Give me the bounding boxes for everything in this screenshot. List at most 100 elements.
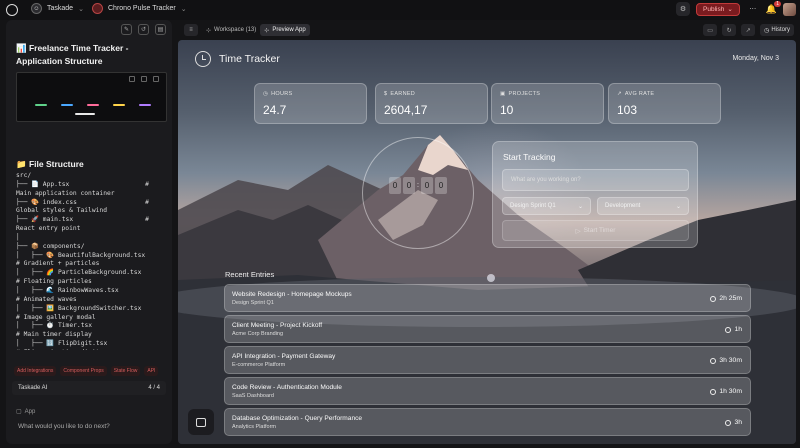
breadcrumb-workspace[interactable]: ☺ Taskade ⌄	[31, 3, 84, 14]
entry-client: Design Sprint Q1	[232, 300, 274, 306]
background-switcher-button[interactable]	[188, 409, 214, 435]
agent-icon[interactable]: ⚙	[676, 2, 690, 16]
ai-selector[interactable]: Taskade AI 4 / 4	[12, 381, 166, 395]
clock-icon: ◷	[764, 27, 770, 34]
stat-card-hours: ◷ HOURS 24.7	[254, 83, 367, 124]
taskade-logo-icon[interactable]	[6, 4, 18, 16]
start-timer-button[interactable]: ▷ Start Timer	[502, 220, 689, 241]
stat-value: 24.7	[263, 103, 287, 117]
bell-icon[interactable]: 🔔 1	[766, 0, 781, 15]
breadcrumb-project[interactable]: Chrono Pulse Tracker ⌄	[92, 3, 187, 14]
left-panel: ✎ ↺ ▤ 📊 Freelance Time Tracker - Applica…	[6, 20, 172, 444]
task-description-input[interactable]: What are you working on?	[502, 169, 689, 191]
code-line: │ ├── 🎨 BeautifulBackground.tsx	[16, 251, 146, 259]
open-external-icon[interactable]: ↗	[741, 24, 756, 36]
entry-name: API Integration - Payment Gateway	[232, 353, 336, 360]
app-preview-thumbnail[interactable]	[16, 72, 167, 122]
edit-icon[interactable]: ✎	[121, 24, 132, 35]
preview-toolbar: ≡ ⊹ Workspace (13) ⊹ Preview App ▭ ↻ ↗ ◷…	[178, 20, 800, 40]
entry-row[interactable]: Client Meeting - Project Kickoff Acme Co…	[224, 315, 751, 343]
code-line: ├── 🎨 index.css #	[16, 198, 149, 206]
notification-badge: 1	[774, 0, 781, 7]
chevron-down-icon: ⌄	[577, 203, 583, 210]
stat-label: PROJECTS	[508, 91, 541, 97]
code-line: # Floating particles	[16, 278, 92, 286]
history-icon[interactable]: ↺	[138, 24, 149, 35]
chip-api[interactable]: API	[144, 366, 159, 376]
code-line: │ ├── 🔢 FlipDigit.tsx	[16, 340, 108, 348]
workspace-tab-icon: ⊹	[206, 27, 212, 34]
timer-digit: 0	[434, 177, 447, 194]
entry-row[interactable]: Code Review - Authentication Module SaaS…	[224, 377, 751, 405]
start-timer-label: Start Timer	[583, 227, 616, 234]
scroll-indicator[interactable]	[487, 274, 495, 282]
code-line: src/	[16, 172, 32, 179]
clock-icon	[710, 357, 717, 364]
entry-row[interactable]: Database Optimization - Query Performanc…	[224, 408, 751, 436]
code-line: │ ├── 🌊 RainbowWaves.tsx	[16, 286, 119, 294]
project-name: Chrono Pulse Tracker	[108, 5, 176, 12]
more-icon[interactable]: ⋯	[746, 2, 760, 16]
code-line: │ ├── ⏱️ Timer.tsx	[16, 322, 93, 330]
history-label: History	[771, 27, 790, 33]
clock-icon	[710, 295, 717, 302]
avatar[interactable]	[783, 2, 796, 16]
file-structure-code: src/├── 📄 App.tsx # Main application cont…	[16, 172, 172, 350]
stat-card-earned: $ EARNED 2604,17	[375, 83, 488, 124]
chevron-down-icon: ⌄	[675, 203, 681, 210]
chip-state-flow[interactable]: State Flow	[110, 366, 141, 376]
file-structure-title: 📁 File Structure	[16, 159, 84, 169]
entry-duration-value: 2h 25m	[719, 295, 742, 302]
app-context-tag[interactable]: ▢ App	[16, 408, 35, 416]
code-line: Main application container	[16, 189, 115, 197]
layout-icon[interactable]: ▤	[155, 24, 166, 35]
entry-client: E-commerce Platform	[232, 362, 286, 368]
tab-workspace[interactable]: ⊹ Workspace (13)	[202, 24, 260, 36]
chevron-down-icon: ⌄	[727, 6, 733, 13]
entry-name: Code Review - Authentication Module	[232, 384, 342, 391]
entry-duration: 3h	[725, 419, 742, 426]
image-icon	[196, 417, 206, 427]
preview-tab-icon: ⊹	[264, 27, 270, 34]
desktop-view-icon[interactable]: ▭	[703, 24, 718, 36]
stat-label: AVG RATE	[624, 91, 655, 97]
prompt-input[interactable]: What would you like to do next?	[18, 423, 110, 430]
entry-client: SaaS Dashboard	[232, 393, 274, 399]
workspace-name: Taskade	[47, 5, 74, 12]
entry-name: Website Redesign - Homepage Mockups	[232, 291, 352, 298]
category-select[interactable]: Development ⌄	[597, 197, 689, 215]
clock-icon: ◷	[263, 91, 269, 97]
recent-entries-title: Recent Entries	[225, 270, 275, 279]
tab-workspace-label: Workspace (13)	[214, 27, 257, 33]
entry-name: Database Optimization - Query Performanc…	[232, 415, 363, 422]
publish-button[interactable]: Publish ⌄	[696, 2, 740, 16]
project-select[interactable]: Design Sprint Q1 ⌄	[502, 197, 591, 215]
entry-duration-value: 3h 30m	[719, 357, 742, 364]
code-line: ├── 🚀 main.tsx #	[16, 216, 149, 224]
entry-row[interactable]: API Integration - Payment Gateway E-comm…	[224, 346, 751, 374]
stat-card-avg-rate: ↗ AVG RATE 103	[608, 83, 721, 124]
start-tracking-title: Start Tracking	[503, 152, 556, 162]
chip-component-props[interactable]: Component Props	[60, 366, 107, 376]
entry-duration: 2h 25m	[710, 295, 742, 302]
code-line: │	[16, 233, 20, 241]
briefcase-icon: ▣	[500, 91, 506, 97]
code-line: React entry point	[16, 225, 81, 233]
ai-count: 4 / 4	[148, 385, 160, 391]
chevron-down-icon: ⌄	[78, 5, 84, 13]
code-line: Global styles & Tailwind	[16, 207, 107, 215]
workspace-icon: ☺	[31, 3, 42, 14]
entry-duration: 1h	[725, 326, 742, 333]
refresh-icon[interactable]: ↻	[722, 24, 737, 36]
timer-digit: 0	[403, 177, 415, 194]
tab-preview-app[interactable]: ⊹ Preview App	[260, 24, 310, 36]
entry-duration-value: 3h	[734, 419, 742, 426]
entry-row[interactable]: Website Redesign - Homepage Mockups Desi…	[224, 284, 751, 312]
chip-add-integrations[interactable]: Add Integrations	[14, 366, 57, 376]
sidebar-toggle-icon[interactable]: ≡	[184, 24, 198, 36]
entry-client: Analytics Platform	[232, 424, 277, 430]
history-button[interactable]: ◷ History	[760, 24, 794, 36]
current-date: Monday, Nov 3	[732, 55, 779, 62]
doc-title: 📊 Freelance Time Tracker - Application S…	[16, 43, 129, 66]
timer-digit: 0	[420, 177, 433, 194]
